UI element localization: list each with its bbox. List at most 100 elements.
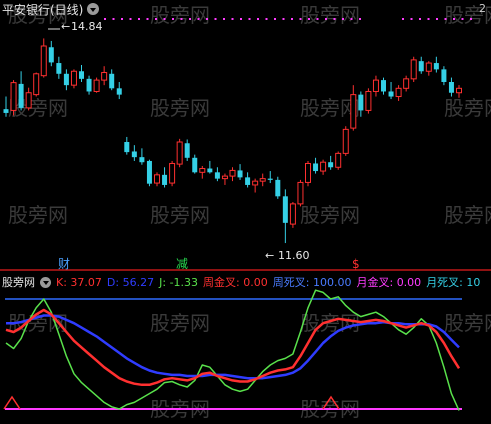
- watermark-text: 股旁网: [8, 96, 68, 120]
- badge-dollar: $: [352, 257, 360, 271]
- indicator-header: 股旁网 K: 37.07 D: 56.27 J: -1.33 周金叉: 0.00…: [2, 275, 480, 290]
- candle-body: [79, 71, 84, 79]
- candle-body: [221, 175, 228, 180]
- candle-body: [335, 152, 342, 168]
- candle-body: [358, 94, 364, 111]
- candle-body: [192, 157, 198, 173]
- indicator-dropdown-button[interactable]: [40, 276, 51, 288]
- watermark-text: 股旁网: [150, 3, 210, 27]
- watermark-text: 股旁网: [444, 96, 491, 120]
- dot-marker: [291, 18, 293, 20]
- low-marker-arrow: ←: [265, 249, 274, 262]
- candle-body: [70, 70, 77, 86]
- readout-month-golden: 月金叉: 0.00: [356, 276, 422, 289]
- dot-marker: [444, 18, 447, 20]
- dot-marker: [146, 18, 149, 20]
- candle-body: [425, 62, 432, 72]
- dot-marker: [308, 18, 310, 20]
- candle-body: [441, 69, 447, 82]
- dot-marker: [214, 18, 217, 20]
- candle-body: [410, 59, 417, 80]
- candle-body: [3, 109, 9, 113]
- readout-j: J: -1.33: [159, 275, 199, 289]
- dot-marker: [180, 18, 183, 20]
- dot-marker: [359, 18, 361, 20]
- candle-body: [267, 178, 273, 180]
- candle-body: [252, 180, 259, 186]
- candle-body: [139, 157, 145, 163]
- dot-marker: [410, 18, 413, 20]
- candle-body: [48, 47, 54, 63]
- dot-marker: [342, 18, 344, 20]
- dot-marker: [470, 18, 472, 20]
- dot-marker: [163, 18, 166, 20]
- watermark-text: 股旁网: [150, 96, 210, 120]
- candle-body: [282, 196, 288, 223]
- candle-body: [10, 82, 17, 111]
- readout-d: D: 56.27: [106, 275, 155, 289]
- candle-body: [86, 78, 92, 92]
- indicator-name: 股旁网: [2, 276, 35, 289]
- candle-body: [176, 141, 183, 165]
- candle-body: [456, 87, 462, 94]
- dot-marker: [257, 18, 259, 20]
- dropdown-button[interactable]: [87, 3, 100, 15]
- dot-marker: [436, 18, 438, 20]
- candle-body: [40, 45, 47, 77]
- top-right-label: 2: [479, 2, 486, 15]
- dot-marker: [299, 18, 302, 20]
- candle-body: [214, 172, 220, 179]
- candle-body: [388, 91, 394, 97]
- window-title: 平安银行(日线): [2, 2, 84, 17]
- candle-body: [403, 78, 410, 89]
- dot-marker: [350, 18, 353, 20]
- low-marker-label: 11.60: [278, 249, 310, 262]
- candle-body: [229, 169, 236, 177]
- candle-body: [199, 168, 206, 173]
- candle-body: [259, 178, 266, 182]
- candle-body: [154, 174, 160, 184]
- background: [0, 0, 491, 424]
- dot-marker: [112, 18, 115, 20]
- candle-body: [184, 143, 190, 158]
- candle-body: [418, 61, 424, 72]
- dot-marker: [461, 18, 464, 20]
- watermark-text: 股旁网: [150, 311, 210, 335]
- candle-body: [25, 92, 32, 109]
- candle-body: [124, 142, 130, 153]
- candle-body: [365, 90, 372, 111]
- dot-marker: [223, 18, 225, 20]
- candle-body: [320, 161, 327, 172]
- candle-body: [275, 179, 281, 197]
- dot-marker: [325, 18, 327, 20]
- candle-body: [328, 162, 334, 168]
- candle-body: [93, 79, 100, 92]
- dot-marker: [206, 18, 208, 20]
- candle-body: [381, 80, 386, 92]
- chart-canvas[interactable]: 股旁网股旁网股旁网股旁网股旁网股旁网股旁网股旁网股旁网股旁网股旁网股旁网股旁网股…: [0, 0, 491, 424]
- dot-marker: [197, 18, 200, 20]
- candle-body: [63, 73, 69, 86]
- candle-body: [162, 174, 168, 185]
- candle-body: [297, 181, 304, 205]
- dot-marker: [265, 18, 268, 20]
- candle-body: [350, 94, 357, 129]
- candle-body: [169, 162, 176, 184]
- high-marker-label: 14.84: [71, 20, 103, 33]
- candle-body: [305, 162, 311, 183]
- candle-body: [207, 168, 213, 173]
- dot-marker: [129, 18, 132, 20]
- candle-body: [33, 73, 40, 96]
- candle-body: [342, 128, 349, 154]
- watermark-text: 股旁网: [300, 311, 360, 335]
- dot-marker: [419, 18, 421, 20]
- dot-marker: [427, 18, 430, 20]
- dot-marker: [104, 18, 106, 20]
- badge-jian: 减: [176, 257, 188, 271]
- candle-body: [101, 72, 108, 81]
- candle-body: [237, 170, 243, 178]
- watermark-text: 股旁网: [150, 203, 210, 227]
- candle-body: [313, 163, 319, 172]
- dot-marker: [274, 18, 276, 20]
- watermark-text: 股旁网: [300, 3, 360, 27]
